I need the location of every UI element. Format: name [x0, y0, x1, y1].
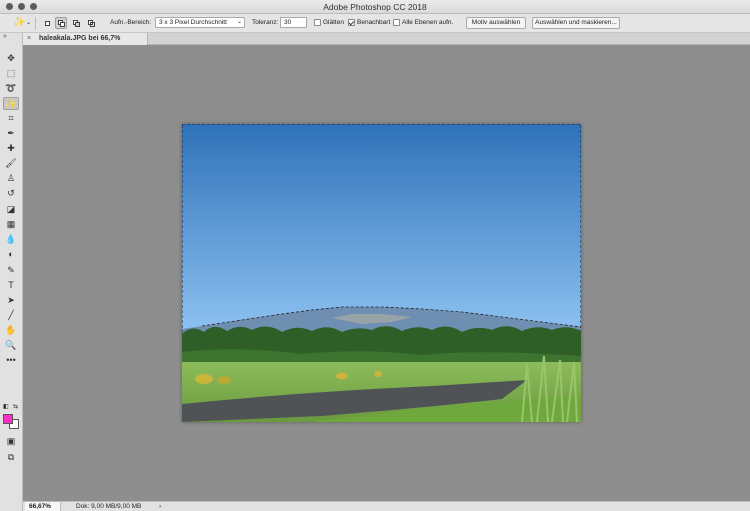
line-icon[interactable]: ╱ — [3, 309, 19, 322]
select-and-mask-button[interactable]: Auswählen und maskieren... — [532, 17, 620, 29]
path-selection-icon[interactable]: ➤ — [3, 294, 19, 307]
close-tab-icon[interactable]: × — [27, 33, 31, 45]
lasso-icon[interactable]: ➰ — [3, 82, 19, 95]
hand-icon[interactable]: ✋ — [3, 324, 19, 337]
history-brush-icon[interactable]: ↺ — [3, 187, 19, 200]
move-icon[interactable]: ✥ — [3, 52, 19, 65]
chevron-down-icon: ⌄ — [236, 19, 242, 25]
tolerance-input[interactable]: 30 — [280, 17, 307, 28]
gradient-icon[interactable]: ▦ — [3, 218, 19, 231]
quick-mask-icon[interactable]: ▣ — [3, 435, 19, 448]
divider — [35, 17, 36, 30]
crop-icon[interactable]: ⌗ — [3, 112, 19, 125]
shrub — [336, 372, 348, 380]
window-title: Adobe Photoshop CC 2018 — [323, 2, 427, 12]
antialias-checkbox[interactable] — [314, 19, 321, 26]
document-image[interactable] — [182, 124, 581, 422]
status-menu-arrow-icon[interactable]: › — [159, 502, 161, 511]
sample-size-select[interactable]: 3 x 3 Pixel Durchschnitt ⌄ — [155, 17, 245, 28]
collapse-panel-icon[interactable]: » — [3, 33, 7, 40]
antialias-label: Glätten — [323, 19, 344, 26]
sample-all-layers-label: Alle Ebenen aufn. — [402, 19, 454, 26]
sample-size-label: Aufn.-Bereich: — [110, 19, 152, 26]
default-colors-icon[interactable]: ◧ — [3, 403, 9, 410]
more-tools-icon[interactable]: ••• — [3, 354, 19, 367]
swap-colors-icon[interactable]: ⇆ — [13, 403, 18, 410]
healing-brush-icon[interactable]: ✚ — [3, 142, 19, 155]
sky — [182, 124, 581, 334]
options-bar: ✨ ⌄ Aufn.-Bereich: 3 x 3 Pixel Durchschn… — [0, 14, 750, 33]
status-bar: 66,67% Dok: 9,00 MB/9,00 MB › — [23, 501, 750, 511]
shrub — [217, 376, 231, 384]
intersect-selection-button[interactable] — [85, 17, 97, 29]
landscape-photo — [182, 124, 581, 422]
shrub — [374, 371, 382, 377]
shrub — [195, 374, 213, 384]
tools-panel: » ✥ ⬚ ➰ ✨ ⌗ ✒ ✚ 🖌 ♙ ↺ ◪ ▦ 💧 ◐ ✎ T ➤ ╱ ✋ 🔍 ••• ◧ ⇆ ▣ ⧉ — [0, 33, 23, 511]
new-selection-button[interactable] — [41, 17, 53, 29]
select-subject-button[interactable]: Motiv auswählen — [466, 17, 526, 29]
sample-size-value: 3 x 3 Pixel Durchschnitt — [159, 19, 227, 26]
tolerance-label: Toleranz: — [252, 19, 279, 26]
brush-icon[interactable]: 🖌 — [3, 157, 19, 170]
blur-icon[interactable]: 💧 — [3, 233, 19, 246]
contiguous-label: Benachbart — [357, 19, 391, 26]
sample-all-layers-checkbox[interactable] — [393, 19, 400, 26]
eyedropper-icon[interactable]: ✒ — [3, 127, 19, 140]
magic-wand-icon[interactable]: ✨ — [13, 17, 25, 29]
canvas-area[interactable] — [23, 45, 750, 501]
eraser-icon[interactable]: ◪ — [3, 203, 19, 216]
rectangular-marquee-icon[interactable]: ⬚ — [3, 67, 19, 80]
type-icon[interactable]: T — [3, 279, 19, 292]
contiguous-checkbox[interactable] — [348, 19, 355, 26]
title-bar: Adobe Photoshop CC 2018 — [0, 0, 750, 14]
add-to-selection-button[interactable] — [55, 17, 67, 29]
subtract-from-selection-button[interactable] — [70, 17, 82, 29]
document-tab[interactable]: × haleakala.JPG bei 66,7% (RGB/8) — [23, 33, 148, 54]
zoom-level[interactable]: 66,67% — [25, 502, 61, 511]
foreground-color-swatch[interactable] — [3, 414, 13, 424]
magic-wand-icon[interactable]: ✨ — [3, 97, 19, 110]
document-tab-bar: × haleakala.JPG bei 66,7% (RGB/8) — [23, 33, 750, 54]
pen-icon[interactable]: ✎ — [3, 264, 19, 277]
zoom-icon[interactable]: 🔍 — [3, 339, 19, 352]
clone-stamp-icon[interactable]: ♙ — [3, 172, 19, 185]
tool-preset-chevron-icon[interactable]: ⌄ — [26, 17, 31, 29]
document-size: Dok: 9,00 MB/9,00 MB — [76, 503, 142, 510]
screen-mode-icon[interactable]: ⧉ — [3, 451, 19, 464]
dodge-icon[interactable]: ◐ — [3, 248, 19, 261]
